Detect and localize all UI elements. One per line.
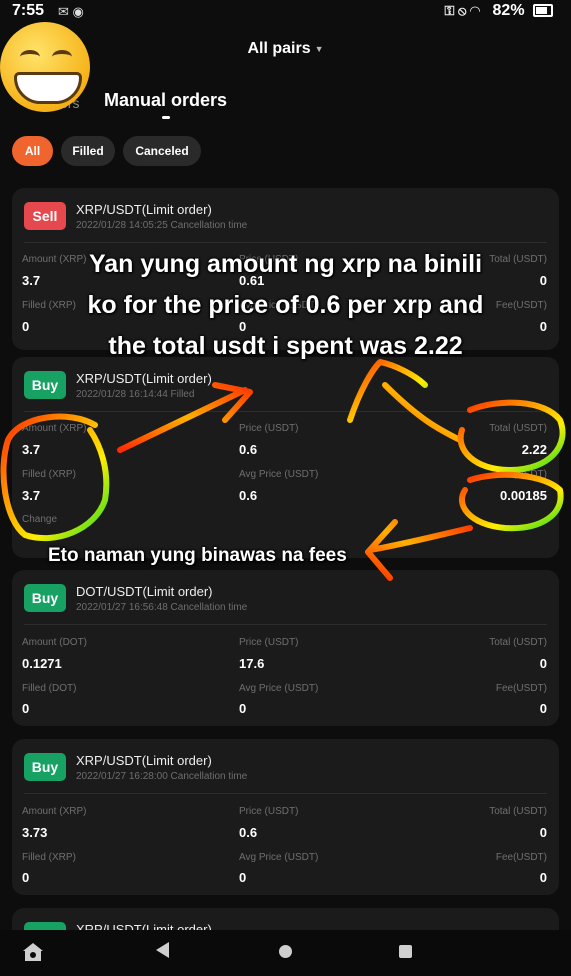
order-card[interactable]: Buy DOT/USDT(Limit order) 2022/01/27 16:… <box>12 570 559 726</box>
side-badge: Buy <box>24 371 66 399</box>
price-value: 0.6 <box>239 442 258 457</box>
order-time: 2022/01/27 16:28:00 Cancellation time <box>76 771 248 782</box>
filled-label: Filled (XRP) <box>22 852 76 863</box>
fee-label: Fee(USDT) <box>495 469 547 480</box>
recents-icon[interactable] <box>399 945 412 958</box>
avg-price-value: 0 <box>239 870 247 885</box>
notification-icons: ✉ ◉ <box>58 4 84 19</box>
divider <box>24 411 547 412</box>
status-right: ⚿ ⦸ ◠ 82% <box>444 2 553 20</box>
amount-label: Amount (XRP) <box>22 423 87 434</box>
emoji-eye <box>52 50 72 64</box>
total-value: 2.22 <box>521 442 547 457</box>
amount-label: Amount (XRP) <box>22 806 87 817</box>
amount-value: 3.7 <box>22 273 41 288</box>
avg-price-label: Avg Price (USDT) <box>239 683 319 694</box>
filled-value: 0 <box>22 701 30 716</box>
total-label: Total (USDT) <box>489 423 547 434</box>
home-icon[interactable] <box>279 945 292 958</box>
avg-price-label: Avg Price (USDT) <box>239 300 319 311</box>
fee-label: Fee(USDT) <box>495 300 547 311</box>
order-pair: XRP/USDT(Limit order) <box>76 202 212 217</box>
status-bar: 7:55 ✉ ◉ ⚿ ⦸ ◠ 82% <box>0 0 571 26</box>
connectivity-icons: ⚿ ⦸ ◠ <box>444 3 481 18</box>
chevron-down-icon: ▼ <box>314 43 324 54</box>
amount-value: 3.7 <box>22 442 41 457</box>
price-label: Price (USDT) <box>239 637 299 648</box>
order-time: 2022/01/28 14:05:25 Cancellation time <box>76 220 248 231</box>
filter-filled[interactable]: Filled <box>61 136 115 166</box>
order-card[interactable]: Buy XRP/USDT(Limit order) 2022/01/27 16:… <box>12 739 559 895</box>
emoji-eye <box>20 50 40 64</box>
change-label: Change <box>22 514 58 525</box>
tab-manual-orders[interactable]: Manual orders <box>104 90 227 111</box>
total-label: Total (USDT) <box>489 806 547 817</box>
divider <box>24 793 547 794</box>
battery-icon <box>533 4 553 18</box>
grinning-face-emoji <box>0 22 90 112</box>
amount-value: 0.1271 <box>22 656 62 671</box>
fee-value: 0.00185 <box>500 488 547 503</box>
pairs-label: All pairs <box>247 40 311 57</box>
price-value: 0.6 <box>239 825 258 840</box>
filled-value: 0 <box>22 319 30 334</box>
side-badge: Buy <box>24 584 66 612</box>
status-time: 7:55 <box>12 2 45 19</box>
side-badge: Buy <box>24 753 66 781</box>
divider <box>24 242 547 243</box>
avg-price-value: 0 <box>239 319 247 334</box>
order-pair: XRP/USDT(Limit order) <box>76 371 212 386</box>
divider <box>24 624 547 625</box>
total-value: 0 <box>539 825 547 840</box>
order-pair: XRP/USDT(Limit order) <box>76 753 212 768</box>
filled-label: Filled (XRP) <box>22 300 76 311</box>
total-label: Total (USDT) <box>489 637 547 648</box>
avg-price-value: 0 <box>239 701 247 716</box>
app-icon[interactable] <box>22 942 44 962</box>
fee-value: 0 <box>539 319 547 334</box>
price-label: Price (USDT) <box>239 254 299 265</box>
filled-label: Filled (XRP) <box>22 469 76 480</box>
order-time: 2022/01/28 16:14:44 Filled <box>76 389 195 400</box>
price-label: Price (USDT) <box>239 423 299 434</box>
system-nav-bar <box>0 930 571 976</box>
order-card[interactable]: Buy XRP/USDT(Limit order) 2022/01/28 16:… <box>12 357 559 558</box>
fee-label: Fee(USDT) <box>495 683 547 694</box>
order-card[interactable]: Sell XRP/USDT(Limit order) 2022/01/28 14… <box>12 188 559 350</box>
filter-canceled[interactable]: Canceled <box>123 136 201 166</box>
amount-label: Amount (XRP) <box>22 254 87 265</box>
total-value: 0 <box>539 656 547 671</box>
price-label: Price (USDT) <box>239 806 299 817</box>
side-badge: Sell <box>24 202 66 230</box>
emoji-mouth <box>14 72 82 104</box>
total-label: Total (USDT) <box>489 254 547 265</box>
order-pair: DOT/USDT(Limit order) <box>76 584 213 599</box>
price-value: 0.61 <box>239 273 265 288</box>
filled-value: 0 <box>22 870 30 885</box>
amount-value: 3.73 <box>22 825 48 840</box>
fee-label: Fee(USDT) <box>495 852 547 863</box>
back-icon[interactable] <box>156 942 169 958</box>
fee-value: 0 <box>539 701 547 716</box>
filter-all[interactable]: All <box>12 136 53 166</box>
battery-percent: 82% <box>492 2 525 19</box>
total-value: 0 <box>539 273 547 288</box>
order-tabs: ers Manual orders <box>0 90 571 120</box>
order-time: 2022/01/27 16:56:48 Cancellation time <box>76 602 248 613</box>
avg-price-label: Avg Price (USDT) <box>239 469 319 480</box>
avg-price-label: Avg Price (USDT) <box>239 852 319 863</box>
avg-price-value: 0.6 <box>239 488 258 503</box>
filled-label: Filled (DOT) <box>22 683 77 694</box>
filled-value: 3.7 <box>22 488 41 503</box>
amount-label: Amount (DOT) <box>22 637 88 648</box>
tab-indicator <box>162 116 170 119</box>
fee-value: 0 <box>539 870 547 885</box>
price-value: 17.6 <box>239 656 265 671</box>
